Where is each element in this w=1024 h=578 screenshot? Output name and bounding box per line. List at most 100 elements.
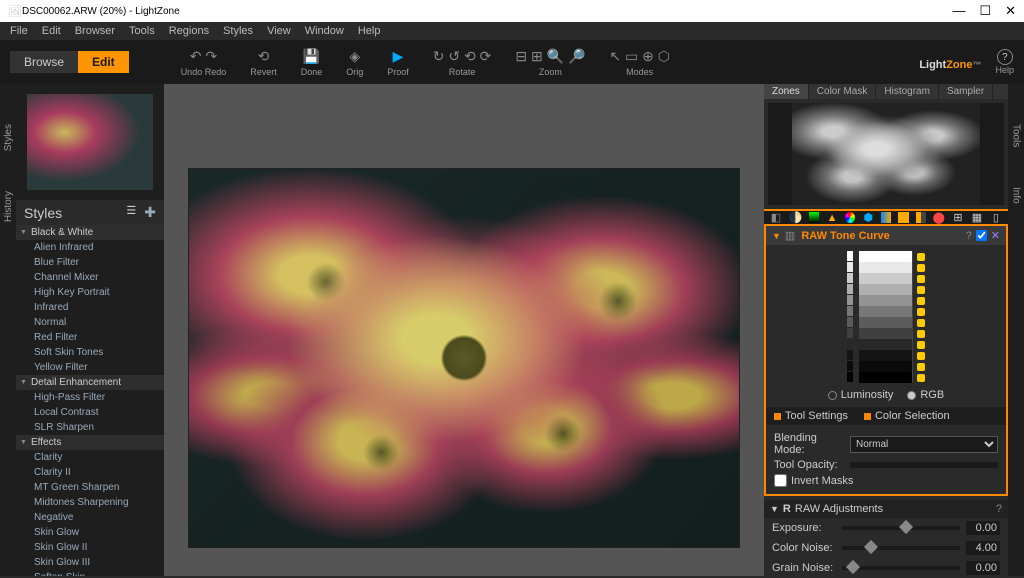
chevron-down-icon[interactable]: ▼	[772, 231, 781, 241]
maximize-button[interactable]: ☐	[979, 3, 991, 19]
styles-add-icon[interactable]: ✚	[144, 204, 156, 221]
style-item[interactable]: Skin Glow III	[16, 555, 164, 570]
invert-masks-checkbox[interactable]	[774, 474, 787, 487]
edit-mode-button[interactable]: Edit	[78, 51, 129, 73]
ts-blank-icon[interactable]: ▯	[990, 211, 1002, 224]
style-item[interactable]: Negative	[16, 510, 164, 525]
ts-film-icon[interactable]: ▦	[971, 211, 983, 224]
zone-handle[interactable]	[917, 352, 925, 360]
tone-enable-checkbox[interactable]	[976, 230, 987, 241]
menu-tools[interactable]: Tools	[123, 23, 161, 39]
tab-zones[interactable]: Zones	[764, 84, 809, 99]
ts-moon-icon[interactable]: 🌓	[789, 211, 802, 224]
rotate-group[interactable]: ↻ ↺ ⟲ ⟳Rotate	[433, 48, 492, 77]
right-tab-info[interactable]: Info	[1011, 187, 1022, 204]
raw-adjustments-header[interactable]: ▼ R RAW Adjustments ?	[764, 500, 1008, 518]
zone-handle[interactable]	[917, 308, 925, 316]
tone-close-icon[interactable]: ✕	[991, 229, 1000, 242]
style-item[interactable]: Infrared	[16, 300, 164, 315]
style-item[interactable]: Skin Glow	[16, 525, 164, 540]
browse-mode-button[interactable]: Browse	[10, 51, 78, 73]
style-item[interactable]: Skin Glow II	[16, 540, 164, 555]
ts-warning-icon[interactable]: ▲	[826, 211, 838, 224]
style-item[interactable]: Soften Skin	[16, 570, 164, 576]
style-item[interactable]: MT Green Sharpen	[16, 480, 164, 495]
rgb-radio[interactable]: RGB	[907, 389, 944, 401]
ts-gradient-icon[interactable]	[809, 212, 819, 223]
zone-handle[interactable]	[917, 363, 925, 371]
style-item[interactable]: Red Filter	[16, 330, 164, 345]
menu-file[interactable]: File	[4, 23, 34, 39]
proof-button[interactable]: ▶Proof	[387, 48, 409, 77]
menu-help[interactable]: Help	[352, 23, 387, 39]
tone-help-icon[interactable]: ?	[966, 230, 972, 242]
style-item[interactable]: Soft Skin Tones	[16, 345, 164, 360]
tab-sampler[interactable]: Sampler	[939, 84, 993, 99]
revert-button[interactable]: ⟲Revert	[250, 48, 277, 77]
tab-histogram[interactable]: Histogram	[876, 84, 939, 99]
style-item[interactable]: High Key Portrait	[16, 285, 164, 300]
menu-window[interactable]: Window	[299, 23, 350, 39]
undo-redo-group[interactable]: ↶ ↷Undo Redo	[181, 48, 227, 77]
modes-group[interactable]: ↖ ▭ ⊕ ⬡Modes	[609, 48, 670, 77]
main-image[interactable]	[188, 168, 740, 548]
tone-preset-icon[interactable]: ▥	[785, 229, 795, 242]
ts-zonemap-icon[interactable]: ◧	[770, 211, 782, 224]
style-item[interactable]: Alien Infrared	[16, 240, 164, 255]
style-item[interactable]: Normal	[16, 315, 164, 330]
ts-hue-icon[interactable]: ⬢	[862, 211, 874, 224]
style-category[interactable]: Black & White	[16, 225, 164, 240]
ts-color-icon[interactable]	[845, 212, 855, 223]
tool-settings-tab[interactable]: Tool Settings	[766, 407, 856, 425]
styles-list-icon[interactable]: ☰	[126, 204, 136, 221]
zone-handle[interactable]	[917, 319, 925, 327]
style-item[interactable]: Local Contrast	[16, 405, 164, 420]
menu-browser[interactable]: Browser	[69, 23, 121, 39]
style-item[interactable]: Yellow Filter	[16, 360, 164, 375]
zone-handle[interactable]	[917, 286, 925, 294]
style-category[interactable]: Effects	[16, 435, 164, 450]
style-category[interactable]: Detail Enhancement	[16, 375, 164, 390]
menu-view[interactable]: View	[261, 23, 297, 39]
done-button[interactable]: 💾Done	[301, 48, 323, 77]
style-item[interactable]: Midtones Sharpening	[16, 495, 164, 510]
style-item[interactable]: Clarity	[16, 450, 164, 465]
zone-handle[interactable]	[917, 297, 925, 305]
ts-record-icon[interactable]: ⬤	[933, 211, 945, 224]
tab-colormask[interactable]: Color Mask	[809, 84, 877, 99]
zoom-group[interactable]: ⊟ ⊞ 🔍 🔎Zoom	[515, 48, 585, 77]
zone-handle[interactable]	[917, 275, 925, 283]
orig-button[interactable]: ◈Orig	[346, 48, 363, 77]
luminosity-radio[interactable]: Luminosity	[828, 389, 894, 401]
color-selection-tab[interactable]: Color Selection	[856, 407, 958, 425]
zone-handle[interactable]	[917, 330, 925, 338]
zone-handle[interactable]	[917, 253, 925, 261]
menu-edit[interactable]: Edit	[36, 23, 67, 39]
left-tab-history[interactable]: History	[3, 191, 14, 222]
image-thumbnail[interactable]	[27, 94, 153, 190]
adj-slider[interactable]	[842, 546, 960, 550]
style-item[interactable]: Blue Filter	[16, 255, 164, 270]
ts-grid-icon[interactable]: ⊞	[952, 211, 964, 224]
menu-styles[interactable]: Styles	[217, 23, 259, 39]
style-item[interactable]: High-Pass Filter	[16, 390, 164, 405]
raw-help-icon[interactable]: ?	[996, 503, 1002, 515]
adj-slider[interactable]	[842, 526, 960, 530]
close-button[interactable]: ✕	[1005, 3, 1016, 19]
zone-mapper[interactable]	[847, 251, 925, 383]
minimize-button[interactable]: —	[952, 3, 965, 19]
left-tab-styles[interactable]: Styles	[3, 124, 14, 151]
zone-handle[interactable]	[917, 341, 925, 349]
opacity-slider[interactable]	[850, 462, 998, 468]
zone-handle[interactable]	[917, 374, 925, 382]
style-item[interactable]: Clarity II	[16, 465, 164, 480]
zones-preview-image[interactable]	[792, 103, 980, 205]
ts-split-icon[interactable]	[916, 212, 926, 223]
adj-slider[interactable]	[842, 566, 960, 570]
style-item[interactable]: SLR Sharpen	[16, 420, 164, 435]
blend-mode-select[interactable]: Normal	[850, 436, 998, 453]
menu-regions[interactable]: Regions	[163, 23, 215, 39]
ts-wb-icon[interactable]	[881, 212, 891, 223]
style-item[interactable]: Channel Mixer	[16, 270, 164, 285]
help-button[interactable]: ?Help	[995, 49, 1014, 75]
